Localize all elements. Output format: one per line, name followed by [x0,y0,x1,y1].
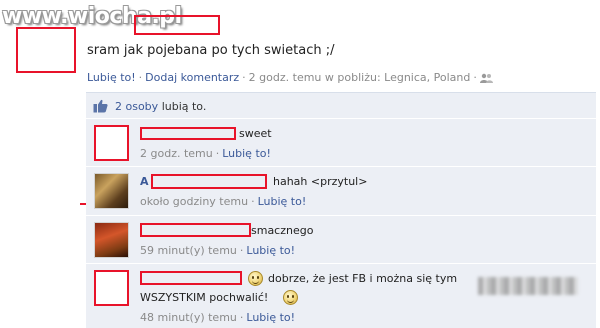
censored-commenter-name [140,223,251,237]
stray-red-mark [80,203,86,205]
comment-like-link[interactable]: Lubię to! [258,195,307,208]
censored-commenter-name [140,271,242,285]
comment-item: A hahah <przytul> około godziny temu · Lub… [86,168,596,216]
comment-avatar[interactable] [94,270,129,306]
comment-text-line2: WSZYSTKIM pochwalić! [140,291,269,304]
comment-meta: 59 minut(y) temu · Lubię to! [140,244,296,257]
comment-meta: 2 godz. temu · Lubię to! [140,147,271,160]
censored-commenter-name [140,127,236,140]
comment-text: smacznego [251,224,314,237]
comment-avatar[interactable] [94,173,129,209]
censored-commenter-name [151,174,267,189]
comment-text-line1: dobrze, że jest FB i można się tym [268,272,458,285]
comment-text: sweet [239,127,272,140]
comment-meta: 48 minut(y) temu · Lubię to! [140,311,296,324]
thumbs-up-icon [93,99,108,113]
comment-time: 59 minut(y) temu [140,244,237,257]
comment-avatar[interactable] [94,222,129,258]
comment-item: sweet 2 godz. temu · Lubię to! [86,120,596,167]
commenter-initial[interactable]: A [140,175,149,188]
likes-count-link[interactable]: 2 osoby [115,100,158,113]
post-text: sram jak pojebana po tych swietach ;/ [87,43,335,58]
likes-suffix: lubią to. [161,100,207,113]
blurred-attachment [478,277,578,295]
add-comment-link[interactable]: Dodaj komentarz [145,71,239,84]
comment-text: hahah <przytul> [273,175,368,188]
poster-avatar[interactable] [16,27,76,73]
comment-like-link[interactable]: Lubię to! [246,311,295,324]
likes-row: 2 osoby lubią to. [86,93,596,119]
smiley-emoticon-icon [283,290,298,305]
comment-item: dobrze, że jest FB i można się tym WSZYS… [86,265,596,328]
censored-poster-name [134,15,220,35]
post-time-location: 2 godz. temu w pobliżu: Legnica, Poland [248,71,471,84]
comment-meta: około godziny temu · Lubię to! [140,195,307,208]
comment-time: 48 minut(y) temu [140,311,237,324]
smiley-emoticon-icon [248,271,263,286]
comment-item: smacznego 59 minut(y) temu · Lubię to! [86,217,596,264]
friends-icon[interactable] [479,73,493,83]
comment-like-link[interactable]: Lubię to! [246,244,295,257]
like-link[interactable]: Lubię to! [87,71,136,84]
post-meta: Lubię to! · Dodaj komentarz · 2 godz. temu w… [87,71,493,84]
comment-time: 2 godz. temu [140,147,213,160]
comment-like-link[interactable]: Lubię to! [222,147,271,160]
comment-avatar[interactable] [94,125,129,161]
comment-time: około godziny temu [140,195,249,208]
